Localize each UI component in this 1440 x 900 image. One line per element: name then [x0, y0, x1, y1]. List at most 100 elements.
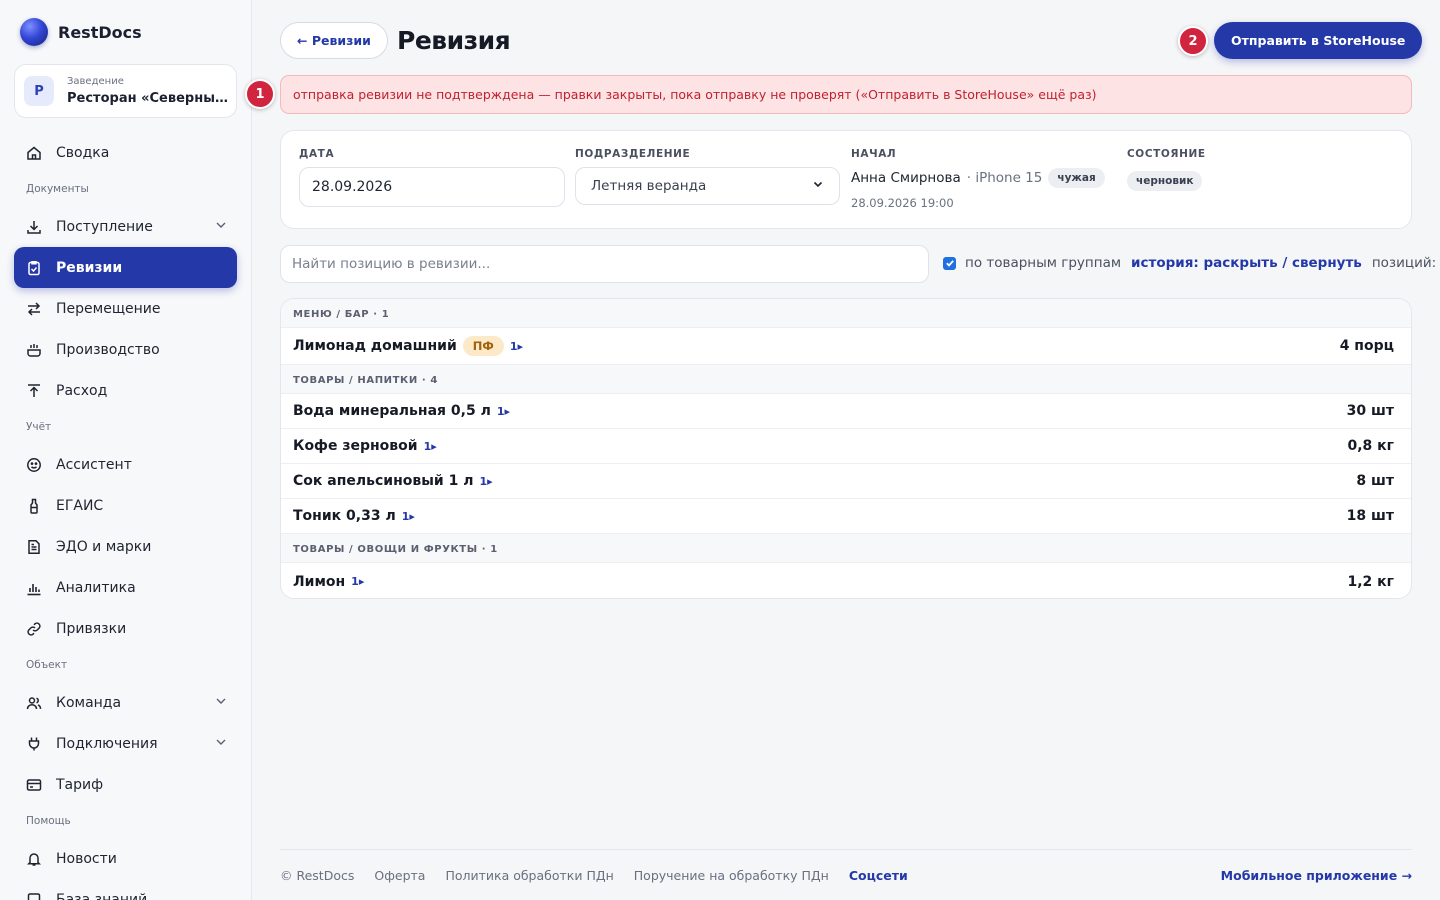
download-icon — [26, 219, 42, 235]
chevron-down-icon[interactable] — [215, 219, 227, 235]
division-select[interactable]: Летняя веранда — [575, 167, 840, 205]
main-content: ← Ревизии Ревизия 2 Отправить в StoreHou… — [245, 0, 1440, 900]
sidebar-item-expense[interactable]: Расход — [14, 370, 237, 411]
footer-link-privacy-policy[interactable]: Политика обработки ПДн — [445, 868, 613, 883]
footer-link-offer[interactable]: Оферта — [374, 868, 425, 883]
sidebar-item-bindings[interactable]: Привязки — [14, 608, 237, 649]
sidebar-item-label: Ассистент — [56, 456, 132, 473]
table-row[interactable]: Лимонад домашний ПФ 1▸ 4 порц — [281, 328, 1411, 365]
sidebar-item-receipts[interactable]: Поступление — [14, 206, 237, 247]
footer-link-social[interactable]: Соцсети — [849, 868, 908, 883]
foreign-badge: чужая — [1048, 168, 1105, 188]
date-input[interactable]: 28.09.2026 — [299, 167, 565, 207]
table-row[interactable]: Сок апельсиновый 1 л 1▸ 8 шт — [281, 464, 1411, 499]
chevron-down-icon — [812, 178, 824, 194]
team-icon — [26, 695, 42, 711]
sidebar-item-label: Перемещение — [56, 300, 161, 317]
footer-link-processing-order[interactable]: Поручение на обработку ПДн — [634, 868, 829, 883]
sidebar-item-summary[interactable]: Сводка — [14, 132, 237, 173]
item-quantity: 0,8 кг — [1347, 438, 1395, 454]
item-name: Лимонад домашний — [293, 338, 457, 354]
brand[interactable]: RestDocs — [20, 18, 142, 46]
sidebar-section-object: Объект — [26, 659, 68, 671]
sidebar-item-label: Новости — [56, 850, 117, 867]
history-expand-toggle[interactable]: 1▸ — [479, 475, 492, 488]
state-badge: черновик — [1127, 171, 1203, 191]
sidebar-item-label: Команда — [56, 694, 122, 711]
history-expand-toggle[interactable]: 1▸ — [510, 340, 523, 353]
chevron-down-icon[interactable] — [215, 695, 227, 711]
group-by-category-checkbox[interactable] — [943, 256, 956, 270]
item-name: Сок апельсиновый 1 л — [293, 473, 474, 489]
item-quantity: 30 шт — [1346, 403, 1394, 419]
sidebar-item-tariff[interactable]: Тариф — [14, 764, 237, 805]
book-icon — [26, 892, 42, 900]
table-row[interactable]: Лимон 1▸ 1,2 кг — [281, 563, 1411, 598]
venue-switcher[interactable]: Р Заведение Ресторан «Северный ... — [14, 64, 237, 118]
sidebar-item-transfer[interactable]: Перемещение — [14, 288, 237, 329]
back-to-revisions-button[interactable]: ← Ревизии — [280, 22, 388, 59]
home-icon — [26, 145, 42, 161]
item-quantity: 1,2 кг — [1347, 573, 1395, 590]
send-to-storehouse-button[interactable]: Отправить в StoreHouse — [1214, 22, 1423, 59]
sidebar-item-knowledge-base[interactable]: База знаний — [14, 879, 237, 900]
sidebar-nav: Сводка Документы Поступление Ревизии Пер… — [14, 132, 237, 900]
state-label: СОСТОЯНИЕ — [1127, 148, 1206, 160]
revision-search-input[interactable]: Найти позицию в ревизии... — [280, 245, 929, 283]
sidebar-item-label: Ревизии — [56, 259, 123, 276]
sidebar-item-news[interactable]: Новости — [14, 838, 237, 879]
item-name: Лимон — [293, 573, 346, 590]
sidebar-item-label: Поступление — [56, 218, 153, 235]
pot-icon — [26, 342, 42, 358]
sidebar-section-help: Помощь — [26, 815, 71, 827]
sidebar-item-label: ЭДО и марки — [56, 538, 152, 555]
division-field: ПОДРАЗДЕЛЕНИЕ Летняя веранда — [575, 148, 840, 205]
page-footer: © RestDocs Оферта Политика обработки ПДн… — [280, 849, 1412, 900]
history-expand-toggle[interactable]: 1▸ — [402, 510, 415, 523]
history-expand-toggle[interactable]: 1▸ — [424, 440, 437, 453]
venue-caption: Заведение — [67, 76, 124, 87]
item-name: Вода минеральная 0,5 л — [293, 403, 491, 419]
brand-logo-icon — [20, 18, 48, 46]
history-expand-toggle[interactable]: 1▸ — [497, 405, 510, 418]
page-title: Ревизия — [397, 26, 511, 55]
step-marker-2: 2 — [1178, 26, 1208, 56]
started-at: 28.09.2026 19:00 — [851, 196, 954, 210]
link-icon — [26, 621, 42, 637]
swap-icon — [26, 301, 42, 317]
table-row[interactable]: Тоник 0,33 л 1▸ 18 шт — [281, 499, 1411, 534]
venue-name: Ресторан «Северный ... — [67, 91, 227, 106]
sidebar-item-egais[interactable]: ЕГАИС — [14, 485, 237, 526]
sidebar-item-edo[interactable]: ЭДО и марки — [14, 526, 237, 567]
table-row[interactable]: Вода минеральная 0,5 л 1▸ 30 шт — [281, 394, 1411, 429]
author-name: Анна Смирнова — [851, 170, 961, 186]
started-by-field: НАЧАЛ Анна Смирнова · iPhone 15 чужая 28… — [851, 148, 1105, 210]
sidebar-item-assistant[interactable]: Ассистент — [14, 444, 237, 485]
sidebar-item-production[interactable]: Производство — [14, 329, 237, 370]
card-icon — [26, 777, 42, 793]
revision-items-table: МЕНЮ / БАР · 1 Лимонад домашний ПФ 1▸ 4 … — [280, 298, 1412, 599]
sidebar-item-team[interactable]: Команда — [14, 682, 237, 723]
footer-copyright: © RestDocs — [280, 867, 355, 883]
date-label: ДАТА — [299, 148, 335, 160]
history-toggle-link[interactable]: история: раскрыть / свернуть — [1131, 255, 1362, 271]
division-select-value: Летняя веранда — [591, 178, 707, 194]
sidebar-item-label: Тариф — [56, 776, 104, 793]
table-row[interactable]: Кофе зерновой 1▸ 0,8 кг — [281, 429, 1411, 464]
footer-link-mobile-app[interactable]: Мобильное приложение → — [1221, 868, 1412, 883]
sidebar-item-label: Привязки — [56, 620, 127, 637]
sidebar-item-label: Сводка — [56, 144, 110, 161]
sidebar-item-label: Подключения — [56, 735, 158, 752]
history-expand-toggle[interactable]: 1▸ — [351, 575, 364, 588]
group-by-category-label: по товарным группам — [965, 255, 1122, 271]
semi-finished-badge: ПФ — [462, 336, 504, 356]
chevron-down-icon[interactable] — [215, 736, 227, 752]
sidebar-item-connections[interactable]: Подключения — [14, 723, 237, 764]
sidebar-item-label: Производство — [56, 341, 160, 358]
item-name: Кофе зерновой — [293, 438, 418, 454]
sidebar-item-label: Аналитика — [56, 579, 136, 596]
unconfirmed-send-alert: отправка ревизии не подтверждена — правк… — [280, 75, 1412, 114]
step-marker-1: 1 — [245, 79, 275, 109]
sidebar-item-revisions[interactable]: Ревизии — [14, 247, 237, 288]
sidebar-item-analytics[interactable]: Аналитика — [14, 567, 237, 608]
